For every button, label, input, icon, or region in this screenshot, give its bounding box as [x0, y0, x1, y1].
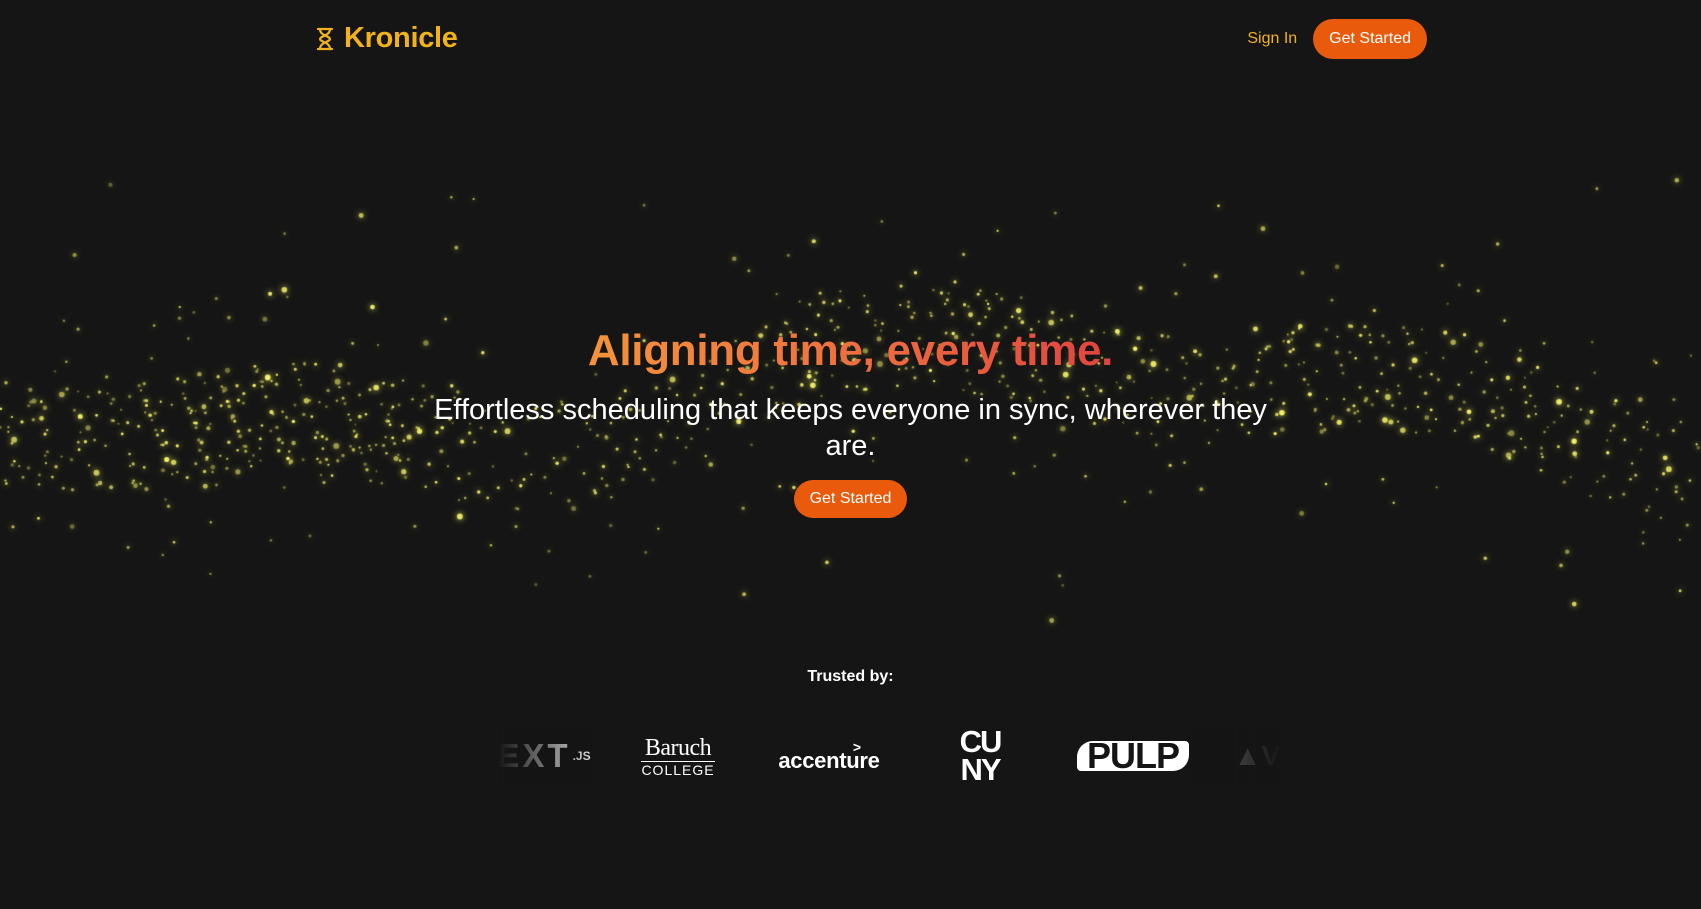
hero-get-started-button[interactable]: Get Started	[793, 480, 908, 518]
brand-logo-link[interactable]: Kronicle	[316, 22, 458, 55]
pulp-logo: PULP	[1077, 738, 1189, 774]
trusted-by-label: Trusted by:	[807, 668, 894, 685]
nextjs-logo-text: EXT	[498, 737, 571, 774]
nextjs-logo: EXT .JS	[498, 737, 594, 775]
hero-headline: Aligning time, every time.	[588, 318, 1114, 384]
hero-subheadline: Effortless scheduling that keeps everyon…	[434, 394, 1267, 462]
cuny-logo: CU NY	[954, 726, 1006, 786]
header-nav: Sign In Get Started	[1247, 19, 1427, 59]
header-get-started-button[interactable]: Get Started	[1313, 19, 1427, 59]
nextjs-logo-suffix: .JS	[572, 749, 591, 763]
hourglass-icon	[316, 27, 334, 51]
baruch-logo-line1: Baruch	[644, 734, 712, 761]
baruch-logo-line2: COLLEGE	[641, 760, 715, 778]
hero-section: Aligning time, every time. Effortless sc…	[0, 318, 1701, 518]
baruch-college-logo: Baruch COLLEGE	[641, 734, 715, 778]
cuny-logo-line2: NY	[960, 752, 1001, 786]
partner-logo-strip: EXT .JS Baruch COLLEGE > accenture CU NY …	[498, 726, 1282, 786]
landing-page: Kronicle Sign In Get Started Aligning ti…	[0, 0, 1701, 909]
accenture-logo: > accenture	[778, 740, 880, 773]
accenture-logo-text: accenture	[778, 748, 880, 773]
brand-name: Kronicle	[344, 22, 458, 54]
site-header: Kronicle Sign In Get Started	[0, 0, 1701, 80]
sign-in-link[interactable]: Sign In	[1247, 30, 1297, 48]
vercel-logo: ▲V	[1233, 740, 1281, 771]
